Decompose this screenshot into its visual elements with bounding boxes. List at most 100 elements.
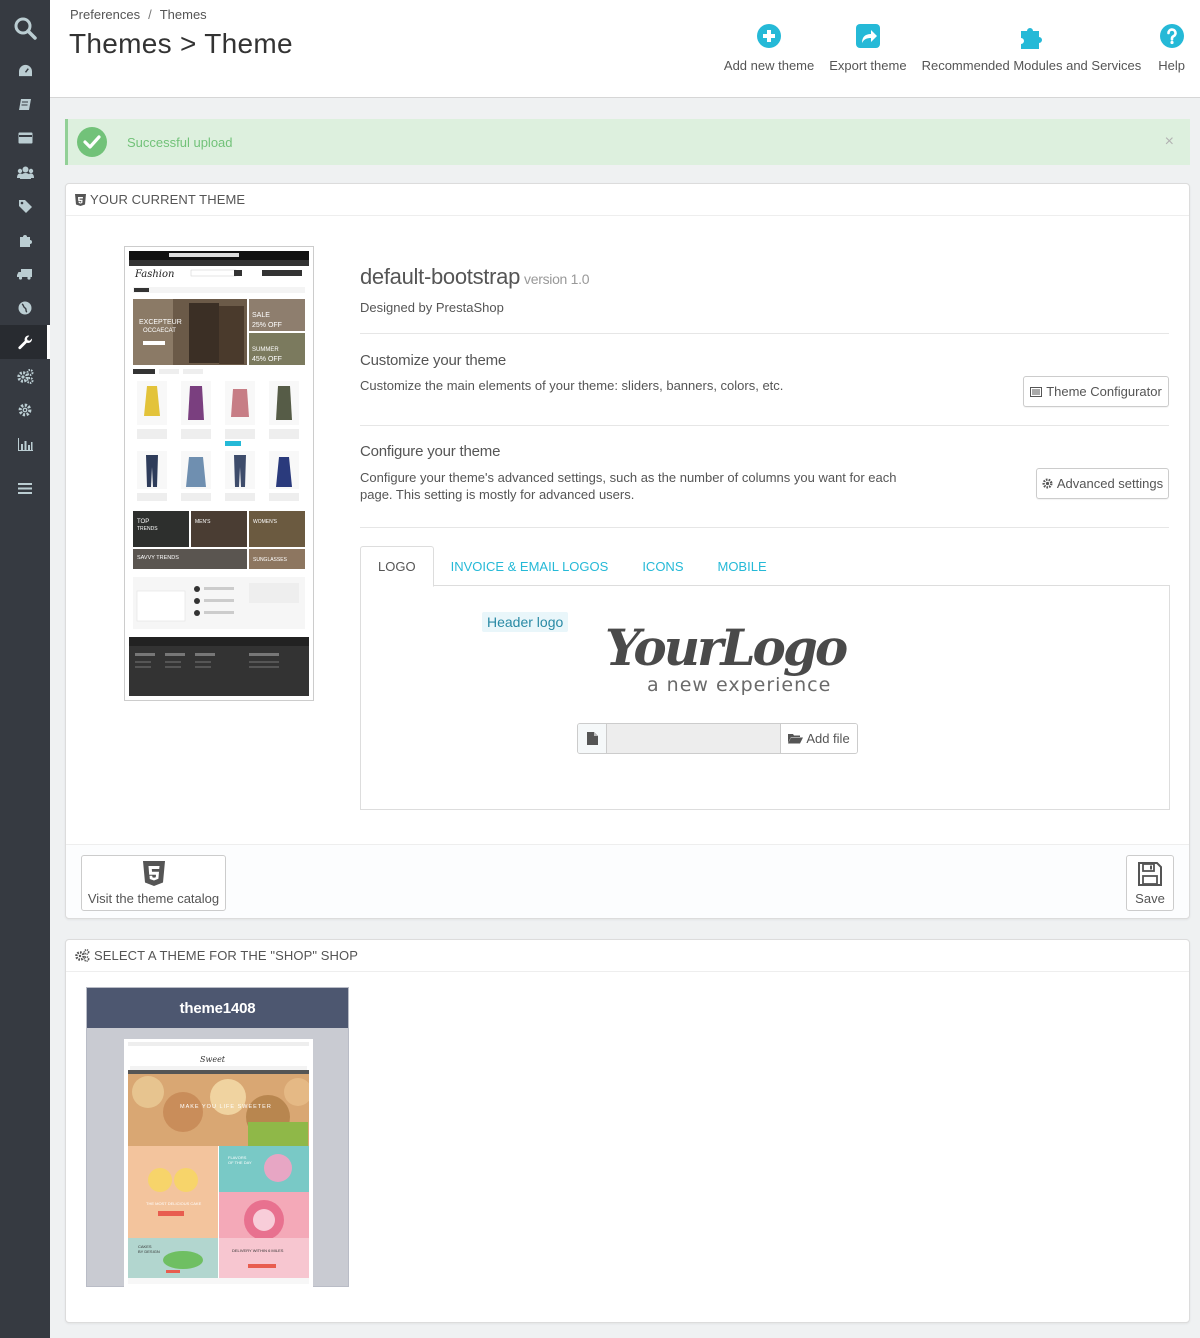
theme-card-name: theme1408 xyxy=(87,988,348,1028)
theme-author: Designed by PrestaShop xyxy=(360,300,504,315)
help-label: Help xyxy=(1158,58,1185,73)
html5-icon xyxy=(142,861,165,887)
theme-card[interactable]: theme1408 Sweet MAKE YOU LIFE SWEETER TH… xyxy=(86,987,349,1287)
modules-icon xyxy=(20,235,32,247)
tab-logo[interactable]: LOGO xyxy=(360,546,434,587)
header-logo-label: Header logo xyxy=(482,612,569,632)
svg-text:MAKE YOU LIFE SWEETER: MAKE YOU LIFE SWEETER xyxy=(180,1104,272,1110)
divider xyxy=(360,425,1169,426)
customers-icon xyxy=(16,166,34,179)
advanced-settings-label: Advanced settings xyxy=(1056,476,1164,491)
select-theme-heading-text: SELECT A THEME FOR THE "SHOP" SHOP xyxy=(94,948,359,963)
tab-icons[interactable]: ICONS xyxy=(625,546,700,586)
theme-configurator-button[interactable]: Theme Configurator xyxy=(1023,376,1169,407)
plus-circle-icon xyxy=(757,24,782,48)
customize-description: Customize the main elements of your them… xyxy=(360,378,784,393)
theme-version: version 1.0 xyxy=(524,271,590,287)
page-title: Themes > Theme xyxy=(69,28,293,59)
current-theme-panel: YOUR CURRENT THEME Fashion EXCEPTEUR OCC… xyxy=(65,183,1190,919)
save-button[interactable]: Save xyxy=(1126,855,1174,911)
sidebar-search[interactable] xyxy=(0,0,50,56)
current-theme-preview-image: Fashion EXCEPTEUR OCCAECAT SALE 25% OFF … xyxy=(129,251,309,696)
page-header: Preferences / Themes Themes > Theme Add ne… xyxy=(50,0,1200,98)
current-theme-preview: Fashion EXCEPTEUR OCCAECAT SALE 25% OFF … xyxy=(124,246,314,701)
recommended-modules-button[interactable]: Recommended Modules and Services xyxy=(914,20,1150,73)
tab-invoice-email-logos[interactable]: INVOICE & EMAIL LOGOS xyxy=(434,546,626,586)
folder-open-icon xyxy=(788,734,804,744)
advanced-settings-button[interactable]: Advanced settings xyxy=(1036,468,1169,499)
theme-card-preview: Sweet MAKE YOU LIFE SWEETER THE MOST DEL… xyxy=(124,1039,313,1287)
divider xyxy=(360,527,1169,528)
search-icon xyxy=(14,17,37,40)
sidebar-item-orders[interactable] xyxy=(0,87,50,121)
sidebar xyxy=(0,0,50,1338)
add-file-button[interactable]: Add file xyxy=(780,724,857,753)
svg-text:MEN'S: MEN'S xyxy=(195,519,211,525)
sidebar-item-advanced-parameters[interactable] xyxy=(0,359,50,393)
success-alert: Successful upload × xyxy=(65,119,1190,165)
svg-text:BY DESIGN: BY DESIGN xyxy=(138,1249,160,1254)
sidebar-item-modules[interactable] xyxy=(0,223,50,257)
gear-icon xyxy=(18,403,32,417)
alert-close-button[interactable]: × xyxy=(1165,133,1174,151)
divider xyxy=(360,333,1169,334)
share-icon xyxy=(855,24,880,48)
theme-name: default-bootstrap version 1.0 xyxy=(360,264,590,290)
breadcrumb-themes[interactable]: Themes xyxy=(160,7,207,22)
configure-title: Configure your theme xyxy=(360,443,501,460)
svg-text:Sweet: Sweet xyxy=(200,1055,226,1064)
export-theme-button[interactable]: Export theme xyxy=(822,20,913,73)
svg-text:THE MOST DELICIOUS CAKE: THE MOST DELICIOUS CAKE xyxy=(146,1201,202,1206)
sidebar-item-price-rules[interactable] xyxy=(0,189,50,223)
catalog-icon xyxy=(18,132,32,144)
sidebar-item-dashboard[interactable] xyxy=(0,53,50,87)
toolbar: Add new theme Export theme Recommended M… xyxy=(716,20,1200,73)
save-label: Save xyxy=(1135,890,1165,906)
header-logo-image: YourLogo a new experience xyxy=(599,607,889,697)
logo-tab-content: Header logo YourLogo a new experience Ad… xyxy=(360,585,1170,810)
sidebar-item-stats[interactable] xyxy=(0,427,50,461)
svg-text:EXCEPTEUR: EXCEPTEUR xyxy=(139,319,182,326)
check-circle-icon xyxy=(77,127,107,157)
breadcrumb: Preferences / Themes xyxy=(70,7,207,22)
breadcrumb-preferences[interactable]: Preferences xyxy=(70,7,140,22)
sidebar-item-administration[interactable] xyxy=(0,393,50,427)
list-icon xyxy=(1030,386,1043,397)
current-theme-heading: YOUR CURRENT THEME xyxy=(66,184,1189,216)
svg-text:SAVVY TRENDS: SAVVY TRENDS xyxy=(137,555,179,561)
sidebar-item-localization[interactable] xyxy=(0,291,50,325)
export-theme-label: Export theme xyxy=(829,58,907,73)
add-file-label: Add file xyxy=(806,731,850,746)
add-new-theme-button[interactable]: Add new theme xyxy=(716,20,822,73)
svg-text:WOMEN'S: WOMEN'S xyxy=(253,519,278,525)
theme-configurator-label: Theme Configurator xyxy=(1046,384,1162,399)
html5-icon xyxy=(75,193,86,206)
theme1408-preview-image: Sweet MAKE YOU LIFE SWEETER THE MOST DEL… xyxy=(128,1042,312,1284)
svg-text:Fashion: Fashion xyxy=(134,269,174,280)
svg-text:TRENDS: TRENDS xyxy=(137,526,158,532)
logo-main-text: YourLogo xyxy=(605,618,847,677)
file-icon xyxy=(578,724,607,753)
menu-collapse-icon xyxy=(18,482,32,494)
logo-tabs: LOGO INVOICE & EMAIL LOGOS ICONS MOBILE xyxy=(360,546,1170,587)
customize-title: Customize your theme xyxy=(360,352,507,369)
svg-text:OCCAECAT: OCCAECAT xyxy=(143,328,176,334)
sidebar-item-catalog[interactable] xyxy=(0,121,50,155)
select-theme-panel: SELECT A THEME FOR THE "SHOP" SHOP theme… xyxy=(65,939,1190,1323)
wrench-icon xyxy=(17,335,32,349)
logo-file-upload: Add file xyxy=(577,723,858,754)
add-new-theme-label: Add new theme xyxy=(723,58,815,73)
sidebar-item-customers[interactable] xyxy=(0,155,50,189)
sidebar-menu-collapse[interactable] xyxy=(0,471,50,505)
dashboard-icon xyxy=(18,64,32,76)
sidebar-item-preferences[interactable] xyxy=(0,325,50,359)
help-button[interactable]: Help xyxy=(1149,20,1200,73)
current-theme-panel-footer: Visit the theme catalog Save xyxy=(66,844,1189,918)
sidebar-item-shipping[interactable] xyxy=(0,257,50,291)
logo-file-name-input[interactable] xyxy=(607,724,780,753)
question-circle-icon xyxy=(1159,24,1184,48)
alert-message: Successful upload xyxy=(127,134,233,150)
visit-theme-catalog-label: Visit the theme catalog xyxy=(87,890,220,906)
visit-theme-catalog-button[interactable]: Visit the theme catalog xyxy=(81,855,226,911)
tab-mobile[interactable]: MOBILE xyxy=(700,546,783,586)
